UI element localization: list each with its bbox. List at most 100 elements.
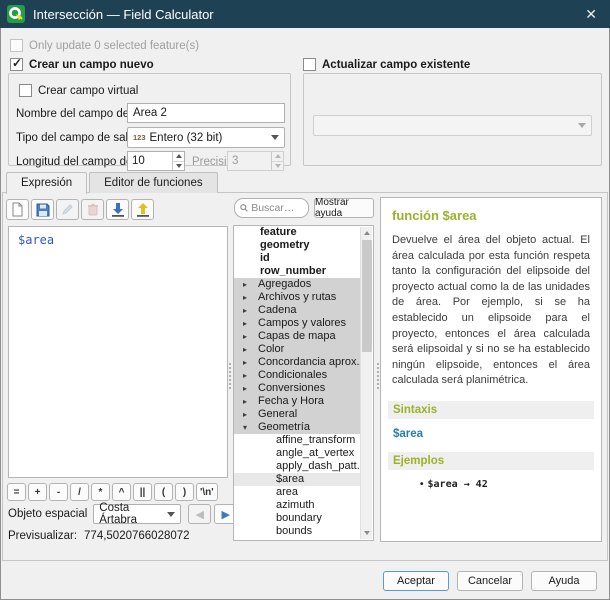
function-item-fecha-y-hora[interactable]: ▸Fecha y Hora <box>234 395 360 408</box>
next-icon: ▶ <box>222 508 230 521</box>
new-expression-button[interactable] <box>6 199 29 220</box>
chevron-right-icon[interactable]: ▸ <box>243 382 247 395</box>
dialog-button-ayuda[interactable]: Ayuda <box>531 571 597 591</box>
function-item-label: General <box>258 408 297 420</box>
chevron-right-icon[interactable]: ▸ <box>243 278 247 291</box>
function-item-bounds[interactable]: bounds <box>234 525 360 538</box>
function-item-conversiones[interactable]: ▸Conversiones <box>234 382 360 395</box>
scrollbar-thumb[interactable] <box>362 240 372 352</box>
operator-button[interactable]: = <box>7 483 26 501</box>
function-item-affine-transform[interactable]: affine_transform <box>234 434 360 447</box>
output-length-input[interactable] <box>128 152 172 170</box>
show-help-button[interactable]: Mostrar ayuda <box>314 198 374 218</box>
spin-down-button[interactable] <box>173 161 184 171</box>
operator-button[interactable]: ( <box>154 483 173 501</box>
function-item-row-number[interactable]: row_number <box>234 265 360 278</box>
operator-button[interactable]: '\n' <box>196 483 218 501</box>
function-item-capas-de-mapa[interactable]: ▸Capas de mapa <box>234 330 360 343</box>
function-item-area[interactable]: $area <box>234 473 360 486</box>
function-item-geometry[interactable]: geometry <box>234 239 360 252</box>
dialog-button-aceptar[interactable]: Aceptar <box>383 571 449 591</box>
chevron-right-icon[interactable]: ▸ <box>243 369 247 382</box>
function-item-geometr-a[interactable]: ▾Geometría <box>234 421 360 434</box>
splitter-handle[interactable] <box>377 363 380 389</box>
scrollbar[interactable] <box>360 227 372 539</box>
function-item-campos-y-valores[interactable]: ▸Campos y valores <box>234 317 360 330</box>
function-item-label: $area <box>276 473 304 485</box>
splitter-handle[interactable] <box>229 363 232 389</box>
operator-button[interactable]: + <box>28 483 47 501</box>
function-item-feature[interactable]: feature <box>234 226 360 239</box>
expression-editor[interactable]: $area <box>8 226 228 478</box>
previous-icon: ◀ <box>196 508 204 521</box>
function-list[interactable]: featuregeometryidrow_number▸Agregados▸Ar… <box>233 225 374 541</box>
close-icon[interactable]: ✕ <box>585 0 597 28</box>
function-item-angle-at-vertex[interactable]: angle_at_vertex <box>234 447 360 460</box>
feature-combobox[interactable]: Costa Ártabra <box>93 504 181 524</box>
create-new-field-checkbox[interactable]: ✓ Crear un campo nuevo <box>10 58 154 71</box>
bullet-icon: • <box>420 479 424 490</box>
function-item-condicionales[interactable]: ▸Condicionales <box>234 369 360 382</box>
function-item-id[interactable]: id <box>234 252 360 265</box>
function-item-concordancia-aprox[interactable]: ▸ Concordancia aprox... <box>234 356 360 369</box>
export-expression-button[interactable] <box>131 199 154 220</box>
search-icon <box>240 203 248 213</box>
function-search[interactable] <box>234 198 309 218</box>
function-item-label: Concordancia aprox... <box>258 356 360 368</box>
spin-up-button[interactable] <box>173 152 184 161</box>
operator-button[interactable]: ) <box>175 483 194 501</box>
scroll-up-button[interactable] <box>361 227 373 239</box>
expression-code[interactable]: $area <box>9 227 227 253</box>
function-item-label: Cadena <box>258 304 297 316</box>
output-length-spinner[interactable] <box>127 151 185 171</box>
search-input[interactable] <box>251 202 303 214</box>
virtual-field-checkbox[interactable]: Crear campo virtual <box>19 84 138 97</box>
update-existing-field-checkbox[interactable]: Actualizar campo existente <box>303 58 470 71</box>
operator-button[interactable]: - <box>49 483 68 501</box>
operator-button[interactable]: * <box>91 483 110 501</box>
output-name-input[interactable] <box>127 103 285 123</box>
chevron-right-icon[interactable]: ▸ <box>243 317 247 330</box>
import-expression-button[interactable] <box>106 199 129 220</box>
scroll-down-button[interactable] <box>361 527 373 539</box>
only-update-checkbox[interactable]: Only update 0 selected feature(s) <box>10 39 199 52</box>
operator-button[interactable]: ^ <box>112 483 131 501</box>
function-item-archivos-y-rutas[interactable]: ▸Archivos y rutas <box>234 291 360 304</box>
function-item-boundary[interactable]: boundary <box>234 512 360 525</box>
output-type-combobox[interactable]: 123 Entero (32 bit) <box>127 127 285 148</box>
tab-expresi-n[interactable]: Expresión <box>6 172 87 194</box>
function-item-agregados[interactable]: ▸Agregados <box>234 278 360 291</box>
save-icon <box>36 203 50 217</box>
chevron-down-icon[interactable]: ▾ <box>243 421 247 434</box>
chevron-right-icon[interactable]: ▸ <box>243 330 247 343</box>
function-item-apply-dash-patt[interactable]: apply_dash_patt... <box>234 460 360 473</box>
operator-button[interactable]: / <box>70 483 89 501</box>
help-description: Devuelve el área del objeto actual. El á… <box>392 233 590 389</box>
dialog-button-cancelar[interactable]: Cancelar <box>457 571 523 591</box>
function-item-general[interactable]: ▸ General <box>234 408 360 421</box>
operator-button[interactable]: || <box>133 483 152 501</box>
spinner-buttons[interactable] <box>172 152 184 170</box>
existing-field-combobox <box>313 115 592 136</box>
qgis-logo-icon <box>7 5 25 23</box>
pencil-icon <box>61 203 74 216</box>
syntax-value: $area <box>393 428 590 440</box>
scroll-up-icon <box>364 231 370 235</box>
delete-expression-button <box>81 199 104 220</box>
chevron-right-icon[interactable]: ▸ <box>243 356 247 369</box>
chevron-right-icon[interactable]: ▸ <box>243 291 247 304</box>
output-type-value: Entero (32 bit) <box>150 132 223 144</box>
chevron-right-icon[interactable]: ▸ <box>243 343 247 356</box>
chevron-right-icon[interactable]: ▸ <box>243 408 247 421</box>
function-item-area[interactable]: area <box>234 486 360 499</box>
function-item-label: bounds <box>276 525 312 537</box>
new-file-icon <box>11 202 24 217</box>
chevron-right-icon[interactable]: ▸ <box>243 395 247 408</box>
function-item-azimuth[interactable]: azimuth <box>234 499 360 512</box>
tab-editor-de-funciones[interactable]: Editor de funciones <box>89 172 217 193</box>
chevron-right-icon[interactable]: ▸ <box>243 304 247 317</box>
function-item-color[interactable]: ▸Color <box>234 343 360 356</box>
function-item-cadena[interactable]: ▸ Cadena <box>234 304 360 317</box>
checkbox-box <box>303 58 316 71</box>
save-expression-button[interactable] <box>31 199 54 220</box>
